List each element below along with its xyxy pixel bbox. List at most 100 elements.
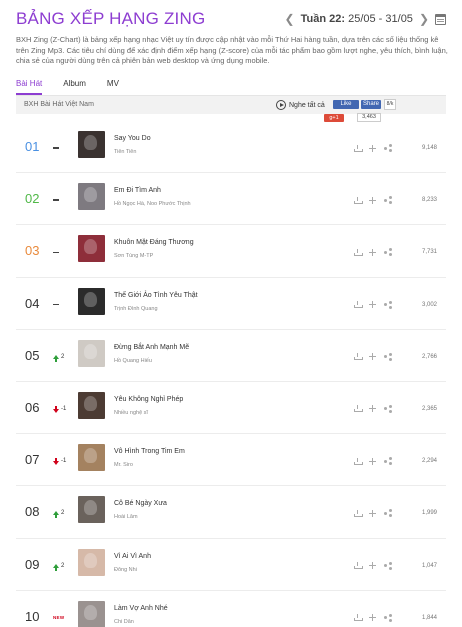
table-row[interactable]: 05 2 Đừng Bắt Anh Mạnh Mẽ Hồ Quang Hiếu 2,76… <box>16 330 446 382</box>
row-actions <box>354 247 392 257</box>
song-artist[interactable]: Hồ Ngọc Hà, Noo Phước Thịnh <box>114 200 191 208</box>
rank-number: 07 <box>25 452 40 468</box>
add-to-playlist-icon[interactable] <box>369 614 376 622</box>
song-artist[interactable]: Mr. Siro <box>114 461 133 469</box>
share-icon[interactable] <box>384 404 392 413</box>
share-icon[interactable] <box>384 144 392 152</box>
add-to-playlist-icon[interactable] <box>369 353 376 361</box>
calendar-icon[interactable] <box>435 13 446 25</box>
rank-up-arrow-icon <box>53 511 59 519</box>
download-icon[interactable] <box>354 405 363 413</box>
rank-change: 2 <box>53 352 64 362</box>
song-title[interactable]: Cô Bé Ngày Xưa <box>114 499 167 509</box>
no-change-icon <box>53 147 59 149</box>
song-thumbnail[interactable] <box>78 548 105 576</box>
table-row[interactable]: 06 -1 Yêu Không Nghỉ Phép Nhiều nghệ sĩ 2,36… <box>16 382 446 435</box>
thumbnail-figure <box>84 500 97 516</box>
add-to-playlist-icon[interactable] <box>369 509 376 517</box>
rank-change-value: 2 <box>61 510 65 517</box>
download-icon[interactable] <box>354 509 363 517</box>
row-actions <box>354 300 392 310</box>
table-row[interactable]: 09 2 Vì Ai Vì Anh Đông Nhi 1,047 <box>16 539 446 591</box>
table-row[interactable]: 10 NEW Làm Vợ Anh Nhé Chi Dân 1,844 <box>16 591 446 627</box>
song-artist[interactable]: Hoài Lâm <box>114 513 138 521</box>
song-title[interactable]: Say You Do <box>114 134 151 144</box>
share-icon[interactable] <box>384 613 392 622</box>
add-to-playlist-icon[interactable] <box>369 248 376 256</box>
song-thumbnail[interactable] <box>78 496 105 524</box>
share-icon[interactable] <box>384 196 392 205</box>
song-title[interactable]: Em Đi Tìm Anh <box>114 186 161 196</box>
song-artist[interactable]: Chi Dân <box>114 618 134 626</box>
z-score: 8,233 <box>421 197 437 204</box>
rank-change: -1 <box>53 404 66 414</box>
song-title[interactable]: Đừng Bắt Anh Mạnh Mẽ <box>114 343 189 353</box>
no-change-icon <box>53 251 59 254</box>
prev-week-arrow-icon[interactable]: ❮ <box>285 11 295 27</box>
song-artist[interactable]: Tiên Tiên <box>114 148 136 156</box>
download-icon[interactable] <box>354 353 363 361</box>
table-row[interactable]: 03 Khuôn Mặt Đáng Thương Sơn Tùng M-TP 7,73… <box>16 225 446 278</box>
add-to-playlist-icon[interactable] <box>369 301 376 309</box>
song-thumbnail[interactable] <box>78 183 105 211</box>
song-thumbnail[interactable] <box>78 600 105 627</box>
song-thumbnail[interactable] <box>78 391 105 419</box>
share-icon[interactable] <box>384 457 392 466</box>
play-all-button[interactable]: Nghe tất cả <box>276 99 325 111</box>
song-title[interactable]: Khuôn Mặt Đáng Thương <box>114 238 194 248</box>
facebook-share-button[interactable]: Share <box>361 100 381 109</box>
share-icon[interactable] <box>384 248 392 257</box>
thumbnail-figure <box>84 552 97 568</box>
song-title[interactable]: Yêu Không Nghỉ Phép <box>114 395 183 405</box>
download-icon[interactable] <box>354 301 363 309</box>
add-to-playlist-icon[interactable] <box>369 562 376 569</box>
share-icon[interactable] <box>384 352 392 361</box>
song-title[interactable]: Thế Giới Ảo Tình Yêu Thật <box>114 291 198 301</box>
song-artist[interactable]: Đông Nhi <box>114 566 137 574</box>
next-week-arrow-icon[interactable]: ❯ <box>419 11 429 27</box>
no-change-icon <box>53 303 59 306</box>
song-title[interactable]: Vì Ai Vì Anh <box>114 552 151 562</box>
song-title[interactable]: Vô Hình Trong Tim Em <box>114 447 185 457</box>
share-icon[interactable] <box>384 509 392 518</box>
z-score: 1,844 <box>421 614 437 621</box>
add-to-playlist-icon[interactable] <box>369 196 376 204</box>
table-row[interactable]: 04 Thế Giới Ảo Tình Yêu Thật Trịnh Đình Qu… <box>16 278 446 330</box>
rank-change: -1 <box>53 456 66 466</box>
z-score: 2,294 <box>421 458 437 465</box>
song-thumbnail[interactable] <box>78 287 105 315</box>
download-icon[interactable] <box>354 248 363 256</box>
no-change-icon <box>53 199 59 201</box>
song-artist[interactable]: Nhiều nghệ sĩ <box>114 409 148 417</box>
song-thumbnail[interactable] <box>78 444 105 472</box>
thumbnail-figure <box>84 239 97 255</box>
tab-mv[interactable]: MV <box>107 78 119 96</box>
add-to-playlist-icon[interactable] <box>369 457 376 465</box>
share-icon[interactable] <box>384 561 392 570</box>
thumbnail-figure <box>84 604 97 620</box>
song-thumbnail[interactable] <box>78 235 105 263</box>
download-icon[interactable] <box>354 196 363 204</box>
add-to-playlist-icon[interactable] <box>369 144 376 152</box>
chart-header: BẢNG XẾP HẠNG ZING ❮ Tuần 22: 25/05 - 31… <box>16 8 446 30</box>
download-icon[interactable] <box>354 614 363 622</box>
table-row[interactable]: 07 -1 Vô Hình Trong Tim Em Mr. Siro 2,294 <box>16 434 446 487</box>
table-row[interactable]: 08 2 Cô Bé Ngày Xưa Hoài Lâm 1,999 <box>16 486 446 539</box>
table-row[interactable]: 01 Say You Do Tiên Tiên 9,148 <box>16 121 446 174</box>
song-title[interactable]: Làm Vợ Anh Nhé <box>114 604 168 614</box>
song-thumbnail[interactable] <box>78 339 105 367</box>
play-icon <box>276 100 286 110</box>
facebook-like-button[interactable]: Like <box>333 100 359 109</box>
new-entry-badge: NEW <box>53 614 65 620</box>
table-row[interactable]: 02 Em Đi Tìm Anh Hồ Ngọc Hà, Noo Phước Thị… <box>16 173 446 226</box>
tab-album[interactable]: Album <box>63 78 86 96</box>
download-icon[interactable] <box>354 457 363 465</box>
song-artist[interactable]: Hồ Quang Hiếu <box>114 357 152 365</box>
add-to-playlist-icon[interactable] <box>369 405 376 413</box>
song-artist[interactable]: Trịnh Đình Quang <box>114 305 158 313</box>
song-thumbnail[interactable] <box>78 131 105 158</box>
song-artist[interactable]: Sơn Tùng M-TP <box>114 252 153 260</box>
download-icon[interactable] <box>354 144 363 152</box>
download-icon[interactable] <box>354 562 363 569</box>
share-icon[interactable] <box>384 300 392 309</box>
